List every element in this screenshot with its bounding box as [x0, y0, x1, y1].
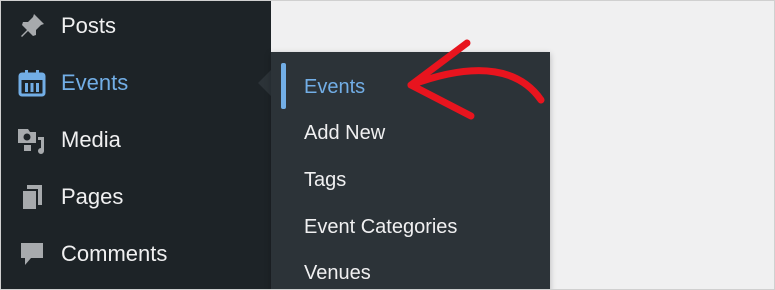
- screenshot-frame: Posts Events Media Pages Comments Events…: [0, 0, 775, 290]
- annotation-arrow-icon: [407, 39, 545, 120]
